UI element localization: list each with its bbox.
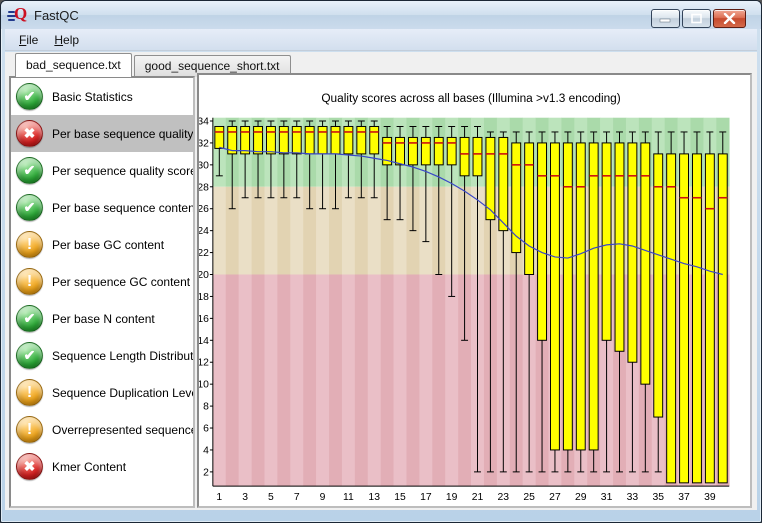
fastqc-logo-icon: Q	[7, 4, 28, 24]
svg-text:13: 13	[368, 492, 380, 503]
sidebar-item-label: Sequence Duplication Levels	[52, 385, 195, 400]
svg-text:5: 5	[268, 492, 274, 503]
tab-bad-sequence-txt[interactable]: bad_sequence.txt	[15, 53, 132, 77]
svg-text:14: 14	[199, 336, 209, 347]
sidebar-item-per-sequence-gc-content[interactable]: ! Per sequence GC content	[11, 263, 193, 300]
warn-icon: !	[16, 416, 43, 443]
sidebar-item-label: Per base sequence content	[52, 200, 195, 215]
svg-text:3: 3	[242, 492, 248, 503]
tab-bar: bad_sequence.txt good_sequence_short.txt	[5, 53, 293, 77]
fail-icon: ✖	[16, 453, 43, 480]
sidebar-item-label: Basic Statistics	[52, 89, 133, 104]
svg-text:10: 10	[199, 380, 209, 391]
sidebar-item-per-base-gc-content[interactable]: ! Per base GC content	[11, 226, 193, 263]
sidebar-item-label: Per base GC content	[52, 237, 165, 252]
svg-text:4: 4	[203, 445, 209, 456]
sidebar-item-per-sequence-quality-scores[interactable]: ✔ Per sequence quality scores	[11, 152, 193, 189]
window-title: FastQC	[34, 7, 79, 23]
content-area: bad_sequence.txt good_sequence_short.txt …	[5, 52, 757, 510]
svg-text:20: 20	[199, 270, 209, 281]
fastqc-window: Q FastQC File Help bad_sequence.txt good_s…	[0, 0, 762, 523]
fail-icon: ✖	[16, 120, 43, 147]
svg-text:18: 18	[199, 292, 209, 303]
svg-text:12: 12	[199, 358, 209, 369]
sidebar-module-list: ✔ Basic Statistics ✖ Per base sequence qual…	[9, 76, 195, 508]
sidebar-item-label: Per sequence GC content	[52, 274, 191, 289]
svg-text:19: 19	[446, 492, 458, 503]
svg-text:11: 11	[343, 492, 354, 503]
pass-icon: ✔	[16, 305, 43, 332]
svg-text:21: 21	[472, 492, 484, 503]
svg-text:Quality scores across all base: Quality scores across all bases (Illumin…	[321, 91, 620, 105]
svg-text:22: 22	[199, 248, 209, 259]
title-bar[interactable]: Q FastQC	[1, 1, 761, 29]
minimize-icon	[659, 18, 671, 23]
sidebar-item-per-base-sequence-quality[interactable]: ✖ Per base sequence quality	[11, 115, 193, 152]
sidebar-item-kmer-content[interactable]: ✖ Kmer Content	[11, 448, 193, 485]
warn-icon: !	[16, 268, 43, 295]
pass-icon: ✔	[16, 157, 43, 184]
sidebar-item-sequence-duplication-levels[interactable]: ! Sequence Duplication Levels	[11, 374, 193, 411]
sidebar-item-label: Per base sequence quality	[52, 126, 194, 141]
pass-icon: ✔	[16, 342, 43, 369]
svg-text:31: 31	[601, 492, 613, 503]
sidebar-item-sequence-length-distribution[interactable]: ✔ Sequence Length Distribution	[11, 337, 193, 374]
close-icon	[723, 13, 736, 24]
svg-text:23: 23	[498, 492, 510, 503]
sidebar-item-label: Per base N content	[52, 311, 155, 326]
svg-text:26: 26	[199, 204, 209, 215]
svg-text:9: 9	[320, 492, 326, 503]
sidebar-item-label: Per sequence quality scores	[52, 163, 195, 178]
pass-icon: ✔	[16, 194, 43, 221]
sidebar-item-per-base-n-content[interactable]: ✔ Per base N content	[11, 300, 193, 337]
svg-text:1: 1	[216, 492, 222, 503]
svg-text:6: 6	[203, 423, 209, 434]
pass-icon: ✔	[16, 83, 43, 110]
sidebar-item-per-base-sequence-content[interactable]: ✔ Per base sequence content	[11, 189, 193, 226]
svg-text:35: 35	[652, 492, 664, 503]
svg-text:15: 15	[394, 492, 406, 503]
svg-text:27: 27	[549, 492, 561, 503]
svg-text:17: 17	[420, 492, 432, 503]
minimize-button[interactable]	[651, 9, 680, 28]
sidebar-item-basic-statistics[interactable]: ✔ Basic Statistics	[11, 78, 193, 115]
menu-bar: File Help	[5, 29, 757, 51]
svg-text:2: 2	[203, 467, 209, 478]
svg-text:25: 25	[523, 492, 535, 503]
svg-text:30: 30	[199, 160, 209, 171]
svg-text:16: 16	[199, 314, 209, 325]
svg-text:29: 29	[575, 492, 587, 503]
svg-text:28: 28	[199, 182, 209, 193]
svg-text:7: 7	[294, 492, 300, 503]
sidebar-item-overrepresented-sequences[interactable]: ! Overrepresented sequences	[11, 411, 193, 448]
svg-text:32: 32	[199, 138, 209, 149]
warn-icon: !	[16, 379, 43, 406]
maximize-button[interactable]	[682, 9, 711, 28]
quality-boxplot-chart: 2468101214161820222426283032341357911131…	[199, 91, 730, 503]
chart-panel: 2468101214161820222426283032341357911131…	[197, 73, 752, 508]
svg-text:24: 24	[199, 226, 209, 237]
svg-text:33: 33	[627, 492, 639, 503]
menu-item-help[interactable]: Help	[46, 30, 87, 50]
sidebar-item-label: Sequence Length Distribution	[52, 348, 195, 363]
svg-text:8: 8	[203, 402, 209, 413]
svg-text:39: 39	[704, 492, 716, 503]
window-controls	[651, 9, 746, 28]
sidebar-item-label: Kmer Content	[52, 459, 127, 474]
svg-text:37: 37	[678, 492, 690, 503]
svg-text:34: 34	[199, 116, 209, 127]
sidebar-item-label: Overrepresented sequences	[52, 422, 195, 437]
warn-icon: !	[16, 231, 43, 258]
menu-item-file[interactable]: File	[11, 30, 46, 50]
maximize-icon	[691, 13, 702, 24]
close-button[interactable]	[713, 9, 746, 28]
